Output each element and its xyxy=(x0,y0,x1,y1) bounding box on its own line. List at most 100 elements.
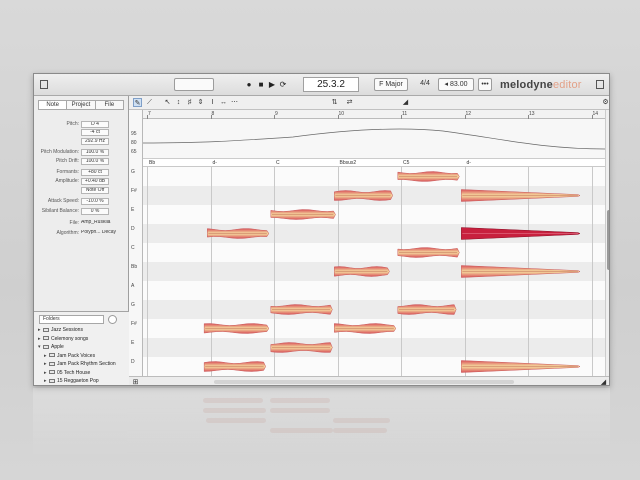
folders-select[interactable]: Folders xyxy=(39,315,104,324)
bottom-bar: ⊞ ◢ xyxy=(129,376,609,385)
param-label: Attack Speed: xyxy=(47,198,79,204)
key-label: A xyxy=(131,283,135,289)
cycle-range-control[interactable] xyxy=(174,78,214,91)
folder-item[interactable]: ▸ Jam Pack Rhythm Section xyxy=(44,361,116,368)
param-value[interactable]: +0.40 dB xyxy=(81,178,109,185)
param-value[interactable]: 0 % xyxy=(81,208,109,215)
param-value[interactable]: +80 ct xyxy=(81,169,109,176)
param-row: Attack Speed: -10.0 % xyxy=(34,197,129,206)
inspector-tabs: Note Project File xyxy=(38,100,124,110)
file-browser: Folders ▸ Jazz Sessions ▸ Celemony songs ▾ Ap… xyxy=(34,311,129,385)
param-row: Formants: +80 ct xyxy=(34,168,129,177)
reflection-ghost xyxy=(333,418,391,423)
param-value[interactable]: 292.9 Hz xyxy=(81,138,109,145)
timing-tool-icon[interactable]: I xyxy=(208,98,217,107)
folder-icon xyxy=(49,353,55,358)
formant-tool-icon[interactable]: ♯ xyxy=(185,98,194,107)
logo-main: melodyne xyxy=(500,79,553,91)
search-icon[interactable] xyxy=(108,315,117,324)
chord-label[interactable]: C xyxy=(276,159,280,167)
window-reflection xyxy=(33,388,610,458)
chord-label[interactable]: Bbsus2 xyxy=(340,159,357,167)
param-row: File: Amp_Ruskila xyxy=(34,219,129,228)
note-grid[interactable] xyxy=(143,167,605,376)
param-value[interactable]: 100.0 % xyxy=(81,149,109,156)
stop-button[interactable]: ■ xyxy=(256,79,266,90)
reflection-ghost xyxy=(269,398,330,403)
melodyne-window: ● ■ ▶ ⟳ 25.3.2 F Major 4/4 ◂ 83.00 ••• m… xyxy=(33,73,610,386)
folder-label: Jazz Sessions xyxy=(51,327,83,333)
param-row: Pitch Drift: 100.0 % xyxy=(34,157,129,166)
folder-item[interactable]: ▸ Celemony songs xyxy=(38,336,88,343)
scroll-thumb[interactable] xyxy=(607,210,609,270)
chord-label[interactable]: d- xyxy=(213,159,217,167)
resize-icon[interactable]: ◢ xyxy=(599,378,608,385)
tempo-display[interactable]: ◂ 83.00 xyxy=(438,78,474,91)
folder-label: Celemony songs xyxy=(51,335,89,342)
separation-tool-icon[interactable]: ⋯ xyxy=(230,98,239,107)
param-value[interactable]: -10.0 % xyxy=(81,198,109,205)
folder-icon xyxy=(43,336,49,341)
folder-item[interactable]: ▾ Apple xyxy=(38,344,64,351)
folder-item[interactable]: ▸ 15 Reggaeton Pop xyxy=(44,378,99,385)
key-label: G xyxy=(131,169,135,175)
chord-label[interactable]: Bb xyxy=(149,159,155,167)
settings-gear-icon[interactable]: ⚙ xyxy=(601,98,609,107)
tempo-menu-icon[interactable]: ••• xyxy=(478,78,492,91)
bar-ruler[interactable]: 7 8 9 10 11 12 13 14 xyxy=(143,110,609,119)
param-value[interactable]: -4 ct xyxy=(81,129,109,136)
key-label: D xyxy=(131,226,135,232)
inspector-toggle-icon[interactable] xyxy=(40,80,48,89)
edit-tools: ✎ ⟋ ↖ ↕ ♯ ⇕ I ↔ ⋯ ⇅ ⇄ ◢ ⚙ xyxy=(129,96,609,110)
reflection-ghost xyxy=(203,408,267,413)
attack-tool-icon[interactable]: ↔ xyxy=(219,98,228,107)
vertical-scrollbar[interactable] xyxy=(605,110,609,376)
folder-label: Apple xyxy=(51,344,64,350)
chord-label[interactable]: C5 xyxy=(403,159,409,167)
ruler-bar-label: 14 xyxy=(592,111,599,117)
play-button[interactable]: ▶ xyxy=(267,79,277,90)
param-value[interactable]: 100.0 % xyxy=(81,158,109,165)
param-label: Sibilant Balance: xyxy=(41,208,79,214)
tempo-overview: 95 80 65 xyxy=(131,119,606,159)
reflection-ghost xyxy=(269,408,330,413)
inspector-tab-file[interactable]: File xyxy=(95,101,123,109)
note-editor: ✎ ⟋ ↖ ↕ ♯ ⇕ I ↔ ⋯ ⇅ ⇄ ◢ ⚙ G F# E D C Bb A G F# E D… xyxy=(129,96,609,385)
correct-pitch-button[interactable]: ⇅ xyxy=(330,98,339,107)
zoom-icon[interactable]: ⊞ xyxy=(131,378,140,385)
ruler-bar-label: 7 xyxy=(148,111,151,117)
key-label: D xyxy=(131,359,135,365)
inspector-tab-project[interactable]: Project xyxy=(67,101,96,109)
main-tool-icon[interactable]: ✎ xyxy=(133,98,142,107)
top-toolbar: ● ■ ▶ ⟳ 25.3.2 F Major 4/4 ◂ 83.00 ••• m… xyxy=(34,74,609,96)
param-row: 292.9 Hz xyxy=(34,137,129,146)
folder-item[interactable]: ▸ 05 Tech House xyxy=(44,370,90,377)
key-label: Bb xyxy=(131,264,138,270)
folder-icon xyxy=(49,370,55,375)
position-display[interactable]: 25.3.2 xyxy=(303,77,359,92)
horizontal-scrollbar[interactable] xyxy=(214,380,514,384)
chord-label[interactable]: d- xyxy=(467,159,471,167)
note-inspector: Note Project File Pitch: D 4 -4 ct 292.9 Hz Pi… xyxy=(34,96,129,385)
pitch-mod-tool-icon[interactable]: ↕ xyxy=(174,98,183,107)
folder-item[interactable]: ▸ Jam Pack Voices xyxy=(44,353,95,360)
quantize-time-button[interactable]: ⇄ xyxy=(345,98,354,107)
pointer-tool-icon[interactable]: ↖ xyxy=(163,98,172,107)
param-value[interactable]: Note Off xyxy=(81,187,109,194)
param-label: File: xyxy=(69,220,79,226)
folder-item[interactable]: ▸ Jazz Sessions xyxy=(38,327,83,334)
param-label: Algorithm: xyxy=(56,230,79,236)
key-display[interactable]: F Major xyxy=(374,78,408,91)
inspector-tab-note[interactable]: Note xyxy=(39,101,68,109)
loop-button[interactable]: ⟳ xyxy=(278,79,288,90)
fade-tool-icon[interactable]: ◢ xyxy=(401,98,410,107)
amplitude-tool-icon[interactable]: ⇕ xyxy=(196,98,205,107)
window-toggle-icon[interactable] xyxy=(596,80,604,89)
key-label: F# xyxy=(131,321,137,327)
pitch-tool-icon[interactable]: ⟋ xyxy=(145,98,154,107)
param-value[interactable]: D 4 xyxy=(81,121,109,128)
param-row: Pitch Modulation: 100.0 % xyxy=(34,148,129,157)
meter-display[interactable]: 4/4 xyxy=(416,78,434,91)
record-button[interactable]: ● xyxy=(244,79,254,90)
key-label: F# xyxy=(131,188,137,194)
